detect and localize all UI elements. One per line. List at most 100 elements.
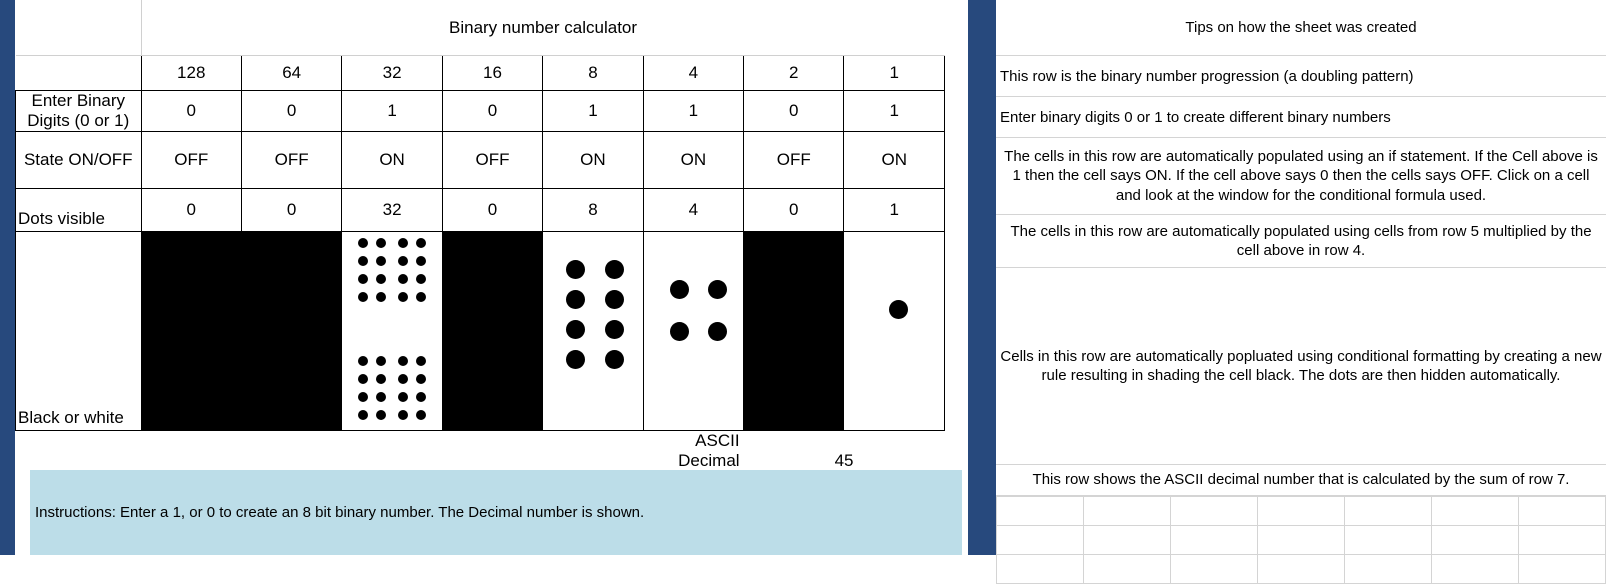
state-cell-4[interactable]: ON [642, 131, 745, 190]
binary-digit-row: Enter Binary Digits (0 or 1) 0 0 1 0 1 1… [15, 89, 945, 133]
left-accent-bar [0, 0, 15, 555]
binary-digit-input-4[interactable]: 1 [642, 89, 745, 133]
state-cell-1[interactable]: ON [843, 131, 945, 190]
dot-cell-128[interactable] [140, 231, 242, 432]
place-value-cell-1: 1 [843, 55, 945, 91]
empty-cell[interactable] [1083, 525, 1171, 555]
page-title: Binary number calculator [141, 0, 945, 56]
title-corner-cell [15, 0, 142, 56]
dot-container-1 [844, 232, 944, 430]
state-cell-16[interactable]: OFF [441, 131, 544, 190]
empty-cell[interactable] [1170, 525, 1258, 555]
empty-cell[interactable] [1344, 525, 1432, 555]
tip-row-3: The cells in this row are automatically … [996, 137, 1606, 215]
place-value-label [15, 55, 142, 91]
binary-calculator-panel: Binary number calculator 128 64 32 16 8 … [15, 0, 968, 555]
empty-cell[interactable] [1431, 525, 1519, 555]
dots-visible-cell-32[interactable]: 32 [341, 188, 443, 233]
dot-container-4 [644, 232, 743, 430]
tip-row-5: Cells in this row are automatically popl… [996, 267, 1606, 465]
state-cell-32[interactable]: ON [341, 131, 443, 190]
empty-cell[interactable] [996, 525, 1084, 555]
dots-visible-cell-4[interactable]: 4 [642, 188, 745, 233]
tip-text-5: Cells in this row are automatically popl… [996, 267, 1606, 465]
dot-cell-4[interactable] [642, 231, 745, 432]
tip-text-3: The cells in this row are automatically … [996, 137, 1606, 215]
dots-visible-cell-64[interactable]: 0 [240, 188, 343, 233]
tips-panel-title: Tips on how the sheet was created [996, 0, 1606, 56]
binary-digit-input-128[interactable]: 0 [140, 89, 242, 133]
state-row: State ON/OFF OFF OFF ON OFF ON ON OFF ON [15, 131, 945, 190]
dots-visible-cell-8[interactable]: 8 [542, 188, 644, 233]
binary-digit-input-64[interactable]: 0 [240, 89, 343, 133]
binary-digit-input-1[interactable]: 1 [843, 89, 945, 133]
state-cell-128[interactable]: OFF [140, 131, 242, 190]
dots-visible-row: Dots visible 0 0 32 0 8 4 0 1 [15, 188, 945, 233]
tip-row-2: Enter binary digits 0 or 1 to create dif… [996, 96, 1606, 138]
empty-cell[interactable] [1257, 554, 1345, 584]
empty-grid-table [996, 496, 1606, 584]
binary-digit-input-2[interactable]: 0 [743, 89, 845, 133]
empty-grid-row [996, 496, 1606, 526]
empty-cell[interactable] [1518, 554, 1606, 584]
empty-cell[interactable] [1518, 525, 1606, 555]
place-value-cell-2: 2 [743, 55, 845, 91]
place-value-cell-8: 8 [542, 55, 644, 91]
dots-visible-cell-1[interactable]: 1 [843, 188, 945, 233]
black-or-white-row: Black or white [15, 231, 945, 432]
tip-text-2: Enter binary digits 0 or 1 to create dif… [996, 96, 1606, 138]
empty-cell[interactable] [1083, 496, 1171, 526]
empty-cell[interactable] [996, 496, 1084, 526]
dots-visible-label: Dots visible [15, 188, 142, 233]
state-cell-64[interactable]: OFF [240, 131, 343, 190]
dot-cell-8[interactable] [542, 231, 644, 432]
binary-digit-input-16[interactable]: 0 [441, 89, 544, 133]
tip-row-1: This row is the binary number progressio… [996, 55, 1606, 97]
place-value-cell-16: 16 [441, 55, 544, 91]
empty-cell[interactable] [1257, 525, 1345, 555]
place-value-row: 128 64 32 16 8 4 2 1 [15, 55, 945, 91]
place-value-cell-4: 4 [642, 55, 745, 91]
empty-cell[interactable] [1170, 554, 1258, 584]
place-value-cell-64: 64 [240, 55, 343, 91]
empty-cell[interactable] [996, 554, 1084, 584]
empty-cell[interactable] [1518, 496, 1606, 526]
empty-cell[interactable] [1431, 496, 1519, 526]
empty-cell[interactable] [1344, 554, 1432, 584]
black-or-white-label: Black or white [15, 231, 142, 432]
empty-cell[interactable] [1170, 496, 1258, 526]
binary-calculator-table: Binary number calculator 128 64 32 16 8 … [15, 0, 945, 492]
dot-container-16 [443, 232, 542, 430]
dot-cell-1[interactable] [843, 231, 945, 432]
dot-cell-2[interactable] [743, 231, 845, 432]
tip-row-4: The cells in this row are automatically … [996, 214, 1606, 268]
dot-cell-16[interactable] [441, 231, 544, 432]
title-row: Binary number calculator [15, 0, 945, 56]
tip-text-6: This row shows the ASCII decimal number … [996, 464, 1606, 496]
dots-visible-cell-2[interactable]: 0 [743, 188, 845, 233]
empty-cell[interactable] [1083, 554, 1171, 584]
place-value-cell-32: 32 [341, 55, 443, 91]
state-cell-2[interactable]: OFF [743, 131, 845, 190]
dot-cell-64[interactable] [240, 231, 343, 432]
dot-container-8 [543, 232, 642, 430]
dot-cell-32[interactable] [341, 231, 443, 432]
empty-cell[interactable] [1431, 554, 1519, 584]
dots-visible-cell-128[interactable]: 0 [140, 188, 242, 233]
enter-binary-digits-label: Enter Binary Digits (0 or 1) [15, 89, 142, 133]
tip-text-4: The cells in this row are automatically … [996, 214, 1606, 268]
dots-visible-cell-16[interactable]: 0 [441, 188, 544, 233]
tips-table: Tips on how the sheet was created This r… [996, 0, 1606, 496]
spreadsheet-screen: Binary number calculator 128 64 32 16 8 … [0, 0, 1606, 584]
binary-digit-input-8[interactable]: 1 [542, 89, 644, 133]
place-value-cell-128: 128 [140, 55, 242, 91]
empty-cell[interactable] [1257, 496, 1345, 526]
empty-cell[interactable] [1344, 496, 1432, 526]
state-cell-8[interactable]: ON [542, 131, 644, 190]
tip-row-6: This row shows the ASCII decimal number … [996, 464, 1606, 496]
tips-panel: Tips on how the sheet was created This r… [996, 0, 1606, 584]
dot-container-128 [142, 232, 241, 430]
instructions-bar: Instructions: Enter a 1, or 0 to create … [30, 470, 962, 555]
empty-grid-row [996, 554, 1606, 584]
binary-digit-input-32[interactable]: 1 [341, 89, 443, 133]
